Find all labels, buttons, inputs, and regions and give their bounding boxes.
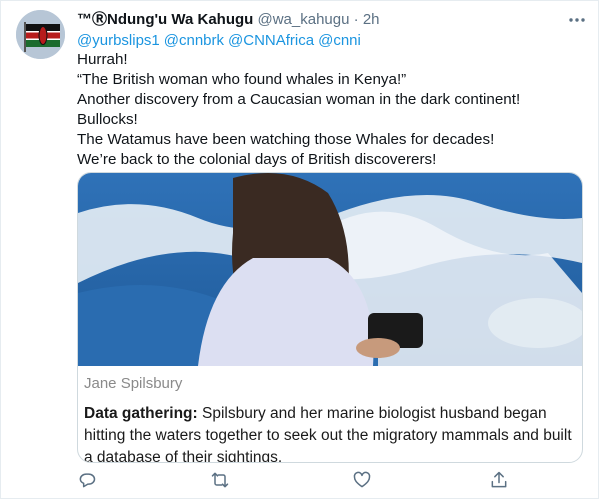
tweet-header: ™ⓇNdung'u Wa Kahugu @wa_kahugu · 2h	[77, 10, 579, 30]
card-lead: Data gathering:	[84, 405, 198, 422]
retweet-icon[interactable]	[209, 470, 233, 494]
tweet-text: Hurrah! “The British woman who found wha…	[77, 50, 585, 170]
mention-link[interactable]: @CNNAfrica	[228, 32, 314, 49]
tweet-timestamp[interactable]: 2h	[363, 11, 380, 28]
tweet-line: We’re back to the colonial days of Briti…	[77, 151, 437, 168]
reply-icon[interactable]	[77, 470, 101, 494]
tweet-line: Bullocks!	[77, 111, 138, 128]
mention-link[interactable]: @yurbslips1	[77, 32, 160, 49]
more-horizontal-icon[interactable]	[567, 10, 587, 30]
share-icon[interactable]	[489, 470, 513, 494]
user-handle[interactable]: @wa_kahugu	[258, 11, 350, 28]
like-icon[interactable]	[352, 470, 376, 494]
kenya-flag-avatar-image	[16, 10, 65, 59]
card-description: Data gathering: Spilsbury and her marine…	[84, 403, 574, 462]
tweet-line: The Watamus have been watching those Wha…	[77, 131, 495, 148]
media-card[interactable]: Jane Spilsbury Data gathering: Spilsbury…	[77, 172, 583, 463]
tweet-line: “The British woman who found whales in K…	[77, 71, 407, 88]
tweet-line: Another discovery from a Caucasian woman…	[77, 91, 521, 108]
card-photo[interactable]	[78, 173, 582, 366]
mention-link[interactable]: @cnni	[318, 32, 361, 49]
avatar[interactable]	[16, 10, 65, 59]
separator-dot: ·	[353, 11, 359, 28]
display-name[interactable]: ™ⓇNdung'u Wa Kahugu	[77, 11, 253, 28]
reply-mentions: @yurbslips1 @cnnbrk @CNNAfrica @cnni	[77, 31, 365, 51]
tweet-line: Hurrah!	[77, 51, 128, 68]
mention-link[interactable]: @cnnbrk	[164, 32, 224, 49]
tweet-actions	[77, 470, 577, 494]
photo-caption: Jane Spilsbury	[84, 375, 183, 392]
